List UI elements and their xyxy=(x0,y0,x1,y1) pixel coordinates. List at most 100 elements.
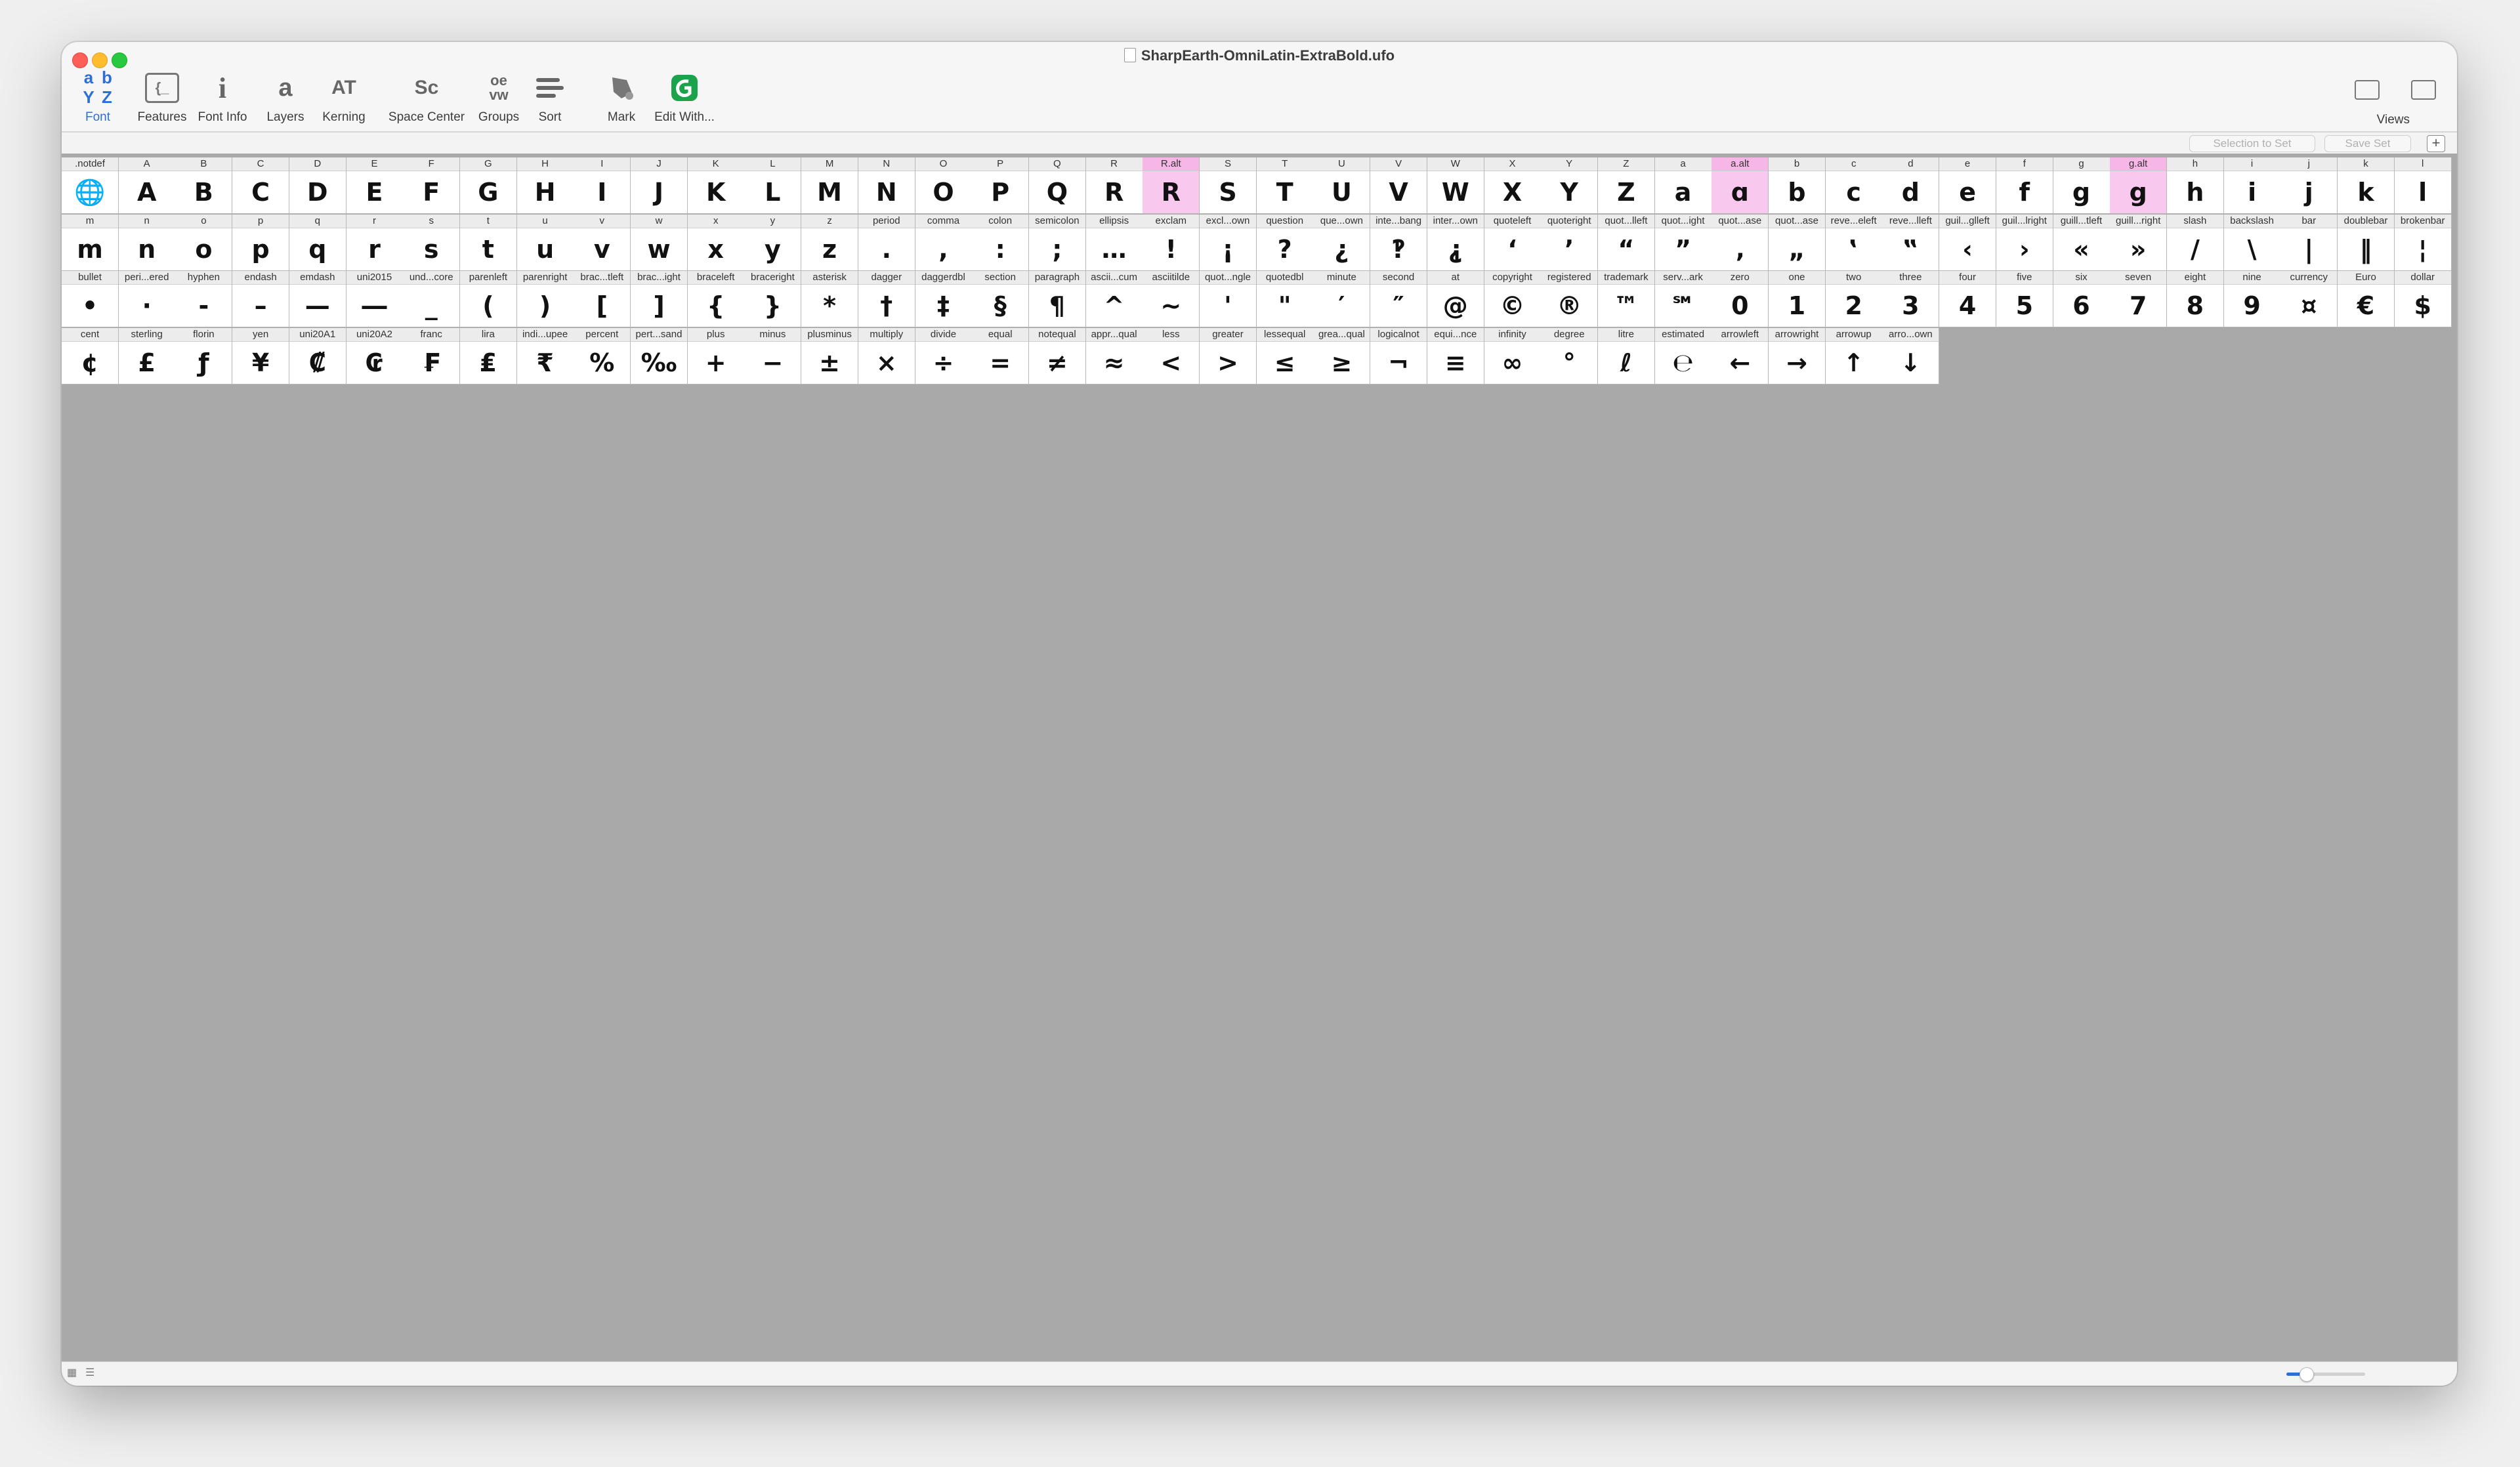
glyph-cell[interactable]: slash / xyxy=(2166,214,2224,271)
glyph-cell[interactable]: minute ′ xyxy=(1313,271,1371,328)
glyph-cell[interactable]: grea...qual ≥ xyxy=(1313,327,1371,384)
glyph-cell[interactable]: comma, xyxy=(915,214,973,271)
toolbar-font-info-button[interactable]: i Font Info xyxy=(186,70,259,130)
glyph-cell[interactable]: sterling £ xyxy=(118,327,176,384)
glyph-cell[interactable]: quoteright ’ xyxy=(1541,214,1599,271)
glyph-cell[interactable]: braceleft { xyxy=(687,271,745,328)
glyph-cell[interactable]: colon: xyxy=(972,214,1030,271)
glyph-cell[interactable]: quot...ight ” xyxy=(1654,214,1712,271)
glyph-cell[interactable]: RR xyxy=(1085,157,1143,214)
glyph-cell[interactable]: NN xyxy=(858,157,915,214)
glyph-cell[interactable]: HH xyxy=(516,157,574,214)
glyph-cell[interactable]: four 4 xyxy=(1939,271,1997,328)
glyph-cell[interactable]: reve...eleft ‛ xyxy=(1825,214,1883,271)
glyph-cell[interactable]: reve...lleft ‟ xyxy=(1882,214,1940,271)
sidebar-toggle-icon[interactable] xyxy=(2355,80,2380,100)
glyph-cell[interactable]: copyright © xyxy=(1484,271,1542,328)
glyph-cell[interactable]: qq xyxy=(289,214,346,271)
glyph-cell[interactable]: nn xyxy=(118,214,176,271)
glyph-cell[interactable]: notequal ≠ xyxy=(1028,327,1086,384)
glyph-cell[interactable]: dagger † xyxy=(858,271,915,328)
glyph-cell[interactable]: quotedbl " xyxy=(1256,271,1314,328)
glyph-cell[interactable]: ss xyxy=(403,214,461,271)
glyph-cell[interactable]: arro...own ↓ xyxy=(1882,327,1940,384)
toolbar-kerning-button[interactable]: AT Kerning xyxy=(308,70,380,130)
glyph-cell[interactable]: AA xyxy=(118,157,176,214)
glyph-cell[interactable]: braceright} xyxy=(744,271,802,328)
toolbar-mark-button[interactable]: Mark xyxy=(585,70,658,130)
save-set-button[interactable]: Save Set xyxy=(2324,135,2411,152)
glyph-cell[interactable]: dollar $ xyxy=(2394,271,2452,328)
zoom-slider-knob[interactable] xyxy=(2300,1367,2314,1382)
glyph-cell[interactable]: gg xyxy=(2053,157,2110,214)
glyph-cell[interactable]: guil...glleft ‹ xyxy=(1939,214,1997,271)
glyph-cell[interactable]: WW xyxy=(1427,157,1484,214)
glyph-cell[interactable]: bb xyxy=(1769,157,1826,214)
toolbar-space-center-button[interactable]: Sc Space Center xyxy=(384,70,469,130)
glyph-cell[interactable]: uu xyxy=(516,214,574,271)
glyph-cell[interactable]: yen ¥ xyxy=(232,327,290,384)
glyph-cell[interactable]: ff xyxy=(1996,157,2053,214)
glyph-cell[interactable]: PP xyxy=(972,157,1030,214)
glyph-cell[interactable]: und...core _ xyxy=(403,271,461,328)
glyph-cell[interactable]: paragraph ¶ xyxy=(1028,271,1086,328)
glyph-cell[interactable]: VV xyxy=(1370,157,1428,214)
glyph-cell[interactable]: lira ₤ xyxy=(459,327,517,384)
glyph-cell[interactable]: SS xyxy=(1200,157,1257,214)
glyph-cell[interactable]: brac...tleft [ xyxy=(574,271,631,328)
glyph-cell[interactable]: doublebar ‖ xyxy=(2338,214,2395,271)
glyph-cell[interactable]: logicalnot ¬ xyxy=(1370,327,1428,384)
glyph-cell[interactable]: aa xyxy=(1654,157,1712,214)
glyph-cell[interactable]: at @ xyxy=(1427,271,1484,328)
glyph-cell[interactable]: II xyxy=(574,157,631,214)
glyph-cell[interactable]: equi...nce ≡ xyxy=(1427,327,1484,384)
glyph-cell[interactable]: degree ° xyxy=(1541,327,1599,384)
glyph-cell[interactable]: lessequal ≤ xyxy=(1256,327,1314,384)
glyph-cell[interactable]: g.alt g xyxy=(2110,157,2168,214)
toolbar-sort-button[interactable]: Sort xyxy=(514,70,586,130)
glyph-cell[interactable]: section § xyxy=(972,271,1030,328)
glyph-cell[interactable]: rr xyxy=(346,214,404,271)
glyph-cell[interactable]: equal = xyxy=(972,327,1030,384)
glyph-cell[interactable]: three 3 xyxy=(1882,271,1940,328)
glyph-cell[interactable]: semicolon; xyxy=(1028,214,1086,271)
glyph-cell[interactable]: inte...bang ‽ xyxy=(1370,214,1428,271)
glyph-cell[interactable]: greater > xyxy=(1200,327,1257,384)
zoom-slider[interactable] xyxy=(2286,1367,2365,1382)
selection-to-set-button[interactable]: Selection to Set xyxy=(2189,135,2315,152)
glyph-cell[interactable]: GG xyxy=(459,157,517,214)
glyph-cell[interactable]: DD xyxy=(289,157,346,214)
glyph-cell[interactable]: KK xyxy=(687,157,745,214)
glyph-cell[interactable]: eight 8 xyxy=(2166,271,2224,328)
glyph-cell[interactable]: ZZ xyxy=(1597,157,1655,214)
glyph-cell[interactable]: excl...own ¡ xyxy=(1200,214,1257,271)
glyph-cell[interactable]: litre ℓ xyxy=(1597,327,1655,384)
glyph-cell[interactable]: guill...right » xyxy=(2110,214,2168,271)
glyph-cell[interactable]: quot...ase „ xyxy=(1769,214,1826,271)
glyph-cell[interactable]: cc xyxy=(1825,157,1883,214)
glyph-cell[interactable]: arrowright → xyxy=(1769,327,1826,384)
glyph-cell[interactable]: inter...own ⸘ xyxy=(1427,214,1484,271)
glyph-cell[interactable]: hh xyxy=(2166,157,2224,214)
glyph-cell[interactable]: appr...qual ≈ xyxy=(1085,327,1143,384)
glyph-cell[interactable]: que...own ¿ xyxy=(1313,214,1371,271)
glyph-cell[interactable]: endash – xyxy=(232,271,290,328)
glyph-cell[interactable]: mm xyxy=(62,214,119,271)
glyph-cell[interactable]: ellipsis… xyxy=(1085,214,1143,271)
glyph-cell[interactable]: brac...ight] xyxy=(631,271,688,328)
glyph-cell[interactable]: .notdef 🌐 xyxy=(62,157,119,214)
glyph-cell[interactable]: LL xyxy=(744,157,802,214)
add-set-button[interactable]: + xyxy=(2427,135,2445,152)
glyph-cell[interactable]: uni2015 ― xyxy=(346,271,404,328)
glyph-cell[interactable]: plusminus ± xyxy=(801,327,859,384)
glyph-cell[interactable]: yy xyxy=(744,214,802,271)
glyph-cell[interactable]: pp xyxy=(232,214,290,271)
glyph-cell[interactable]: nine 9 xyxy=(2223,271,2281,328)
glyph-cell[interactable]: tt xyxy=(459,214,517,271)
glyph-cell[interactable]: brokenbar ¦ xyxy=(2394,214,2452,271)
glyph-cell[interactable]: oo xyxy=(175,214,233,271)
glyph-cell[interactable]: jj xyxy=(2280,157,2338,214)
glyph-cell[interactable]: bar | xyxy=(2280,214,2338,271)
glyph-cell[interactable]: daggerdbl ‡ xyxy=(915,271,973,328)
glyph-cell[interactable]: cent ¢ xyxy=(62,327,119,384)
